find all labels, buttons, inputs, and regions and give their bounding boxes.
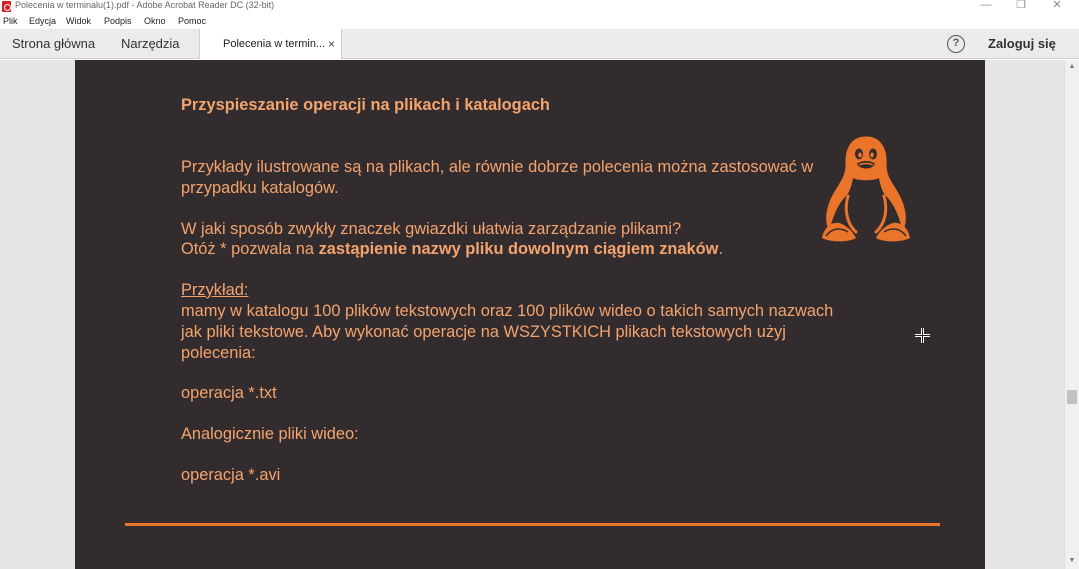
example-line: jak pliki tekstowe. Aby wykonać operacje… <box>181 323 786 341</box>
command-txt: operacja *.txt <box>181 384 277 402</box>
menu-pomoc[interactable]: Pomoc <box>178 15 206 27</box>
tab-document[interactable]: Polecenia w termin... × <box>199 29 342 59</box>
tab-bar: Strona główna Narzędzia Polecenia w term… <box>0 29 1079 59</box>
video-intro: Analogicznie pliki wideo: <box>181 425 359 443</box>
pdf-page: Przyspieszanie operacji na plikach i kat… <box>75 60 985 569</box>
menu-edycja[interactable]: Edycja <box>29 15 56 27</box>
tab-home[interactable]: Strona główna <box>12 29 95 59</box>
title-bar: Polecenia w terminalu(1).pdf - Adobe Acr… <box>0 0 1079 13</box>
scroll-thumb[interactable] <box>1067 390 1077 404</box>
window-title: Polecenia w terminalu(1).pdf - Adobe Acr… <box>15 0 275 10</box>
paragraph-line: Przykłady ilustrowane są na plikach, ale… <box>181 158 814 176</box>
paragraph-line: przypadku katalogów. <box>181 179 339 197</box>
menu-widok[interactable]: Widok <box>66 15 91 27</box>
example-label: Przykład: <box>181 281 249 299</box>
menu-podpis[interactable]: Podpis <box>104 15 132 27</box>
scroll-down-icon[interactable]: ▼ <box>1065 555 1079 567</box>
menu-bar: Plik Edycja Widok Podpis Okno Pomoc <box>0 13 1079 29</box>
login-button[interactable]: Zaloguj się <box>988 29 1056 59</box>
command-avi: operacja *.avi <box>181 466 281 484</box>
horizontal-rule <box>125 523 940 526</box>
tux-penguin-icon <box>822 136 910 242</box>
tab-close-icon[interactable]: × <box>328 29 335 59</box>
example-line: polecenia: <box>181 344 256 362</box>
page-heading: Przyspieszanie operacji na plikach i kat… <box>181 96 550 114</box>
scroll-up-icon[interactable]: ▲ <box>1065 61 1079 73</box>
example-line: mamy w katalogu 100 plików tekstowych or… <box>181 302 834 320</box>
restore-button[interactable]: ❐ <box>1006 0 1036 12</box>
vertical-scrollbar[interactable]: ▲ ▼ <box>1064 60 1079 569</box>
close-window-button[interactable]: ✕ <box>1042 0 1072 12</box>
help-icon[interactable]: ? <box>947 35 965 53</box>
tab-tools[interactable]: Narzędzia <box>121 29 180 59</box>
tab-document-label: Polecenia w termin... <box>223 38 326 50</box>
crosshair-cursor-icon <box>915 328 930 343</box>
answer-suffix: . <box>718 240 723 258</box>
answer-prefix: Otóż * pozwala na <box>181 240 319 258</box>
answer-text: Otóż * pozwala na zastąpienie nazwy plik… <box>181 239 723 259</box>
menu-plik[interactable]: Plik <box>3 15 18 27</box>
acrobat-icon <box>2 1 11 12</box>
menu-okno[interactable]: Okno <box>144 15 166 27</box>
document-viewer[interactable]: Przyspieszanie operacji na plikach i kat… <box>0 60 1064 569</box>
answer-emphasis: zastąpienie nazwy pliku dowolnym ciągiem… <box>318 240 719 258</box>
question-text: W jaki sposób zwykły znaczek gwiazdki uł… <box>181 220 682 238</box>
minimize-button[interactable]: — <box>971 0 1001 12</box>
